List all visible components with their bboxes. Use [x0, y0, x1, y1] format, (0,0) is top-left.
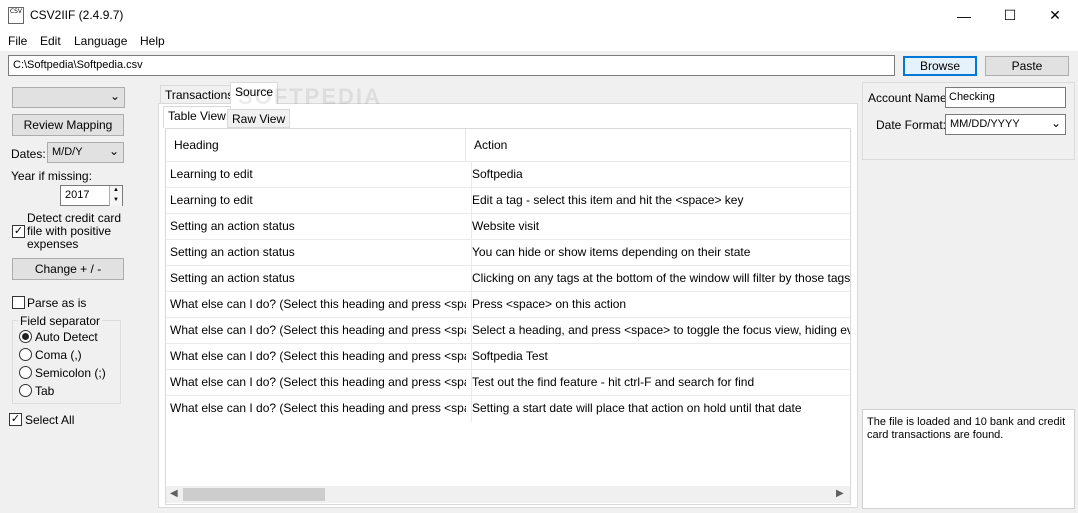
action-cell: Test out the find feature - hit ctrl-F a…: [471, 370, 850, 396]
spin-up-icon[interactable]: ▲: [109, 186, 122, 196]
radio-coma[interactable]: [19, 348, 32, 361]
chevron-down-icon: ⌄: [1050, 116, 1061, 130]
field-separator-title: Field separator: [18, 314, 103, 328]
action-cell: Softpedia: [471, 162, 850, 188]
year-value: 2017: [65, 189, 90, 201]
scroll-right-icon[interactable]: ▶: [836, 488, 844, 499]
table-row[interactable]: What else can I do? (Select this heading…: [166, 317, 850, 344]
radio-tab-label: Tab: [35, 384, 55, 398]
parse-as-is-checkbox[interactable]: [12, 296, 25, 309]
table-row[interactable]: Learning to edit Softpedia: [166, 161, 850, 188]
radio-semicolon-label: Semicolon (;): [35, 366, 106, 380]
radio-semicolon[interactable]: [19, 366, 32, 379]
heading-cell: Learning to edit: [170, 167, 253, 181]
watermark: SOFTPEDIA: [238, 84, 382, 109]
date-format-label: Date Format:: [876, 118, 947, 132]
column-header-heading[interactable]: Heading: [166, 129, 466, 161]
radio-auto-detect[interactable]: [19, 330, 32, 343]
action-cell: Select a heading, and press <space> to t…: [471, 318, 850, 344]
table-row[interactable]: What else can I do? (Select this heading…: [166, 395, 850, 422]
menu-edit[interactable]: Edit: [40, 34, 61, 48]
table-row[interactable]: What else can I do? (Select this heading…: [166, 369, 850, 396]
chevron-down-icon: ⌄: [109, 89, 120, 103]
year-label: Year if missing:: [11, 169, 92, 183]
paste-button[interactable]: Paste: [985, 56, 1069, 76]
review-mapping-button[interactable]: Review Mapping: [12, 114, 124, 136]
menu-help[interactable]: Help: [140, 34, 165, 48]
select-all-checkbox[interactable]: ✓: [9, 413, 22, 426]
table-row[interactable]: What else can I do? (Select this heading…: [166, 343, 850, 370]
menu-file[interactable]: File: [8, 34, 27, 48]
app-icon: CSV: [8, 7, 24, 24]
dates-label: Dates:: [11, 147, 46, 161]
tab-table-view[interactable]: Table View: [163, 106, 231, 128]
table-row[interactable]: Setting an action status Website visit: [166, 213, 850, 240]
date-format-value: MM/DD/YYYY: [950, 118, 1020, 130]
scrollbar-thumb[interactable]: [183, 488, 325, 501]
action-cell: Setting a start date will place that act…: [471, 396, 850, 422]
heading-cell: Setting an action status: [170, 219, 295, 233]
action-cell: Press <space> on this action: [471, 292, 850, 318]
heading-cell: Setting an action status: [170, 245, 295, 259]
table-row[interactable]: Setting an action status You can hide or…: [166, 239, 850, 266]
tab-raw-view[interactable]: Raw View: [227, 109, 291, 128]
table-row[interactable]: What else can I do? (Select this heading…: [166, 291, 850, 318]
table-row[interactable]: Setting an action status Clicking on any…: [166, 265, 850, 292]
change-sign-button[interactable]: Change + / -: [12, 258, 124, 280]
heading-cell: What else can I do? (Select this heading…: [170, 323, 466, 337]
chevron-down-icon: ⌄: [108, 144, 119, 158]
dates-select-value: M/D/Y: [52, 146, 83, 158]
window-title: CSV2IIF (2.4.9.7): [30, 8, 124, 22]
tab-transactions[interactable]: Transactions: [160, 85, 239, 104]
action-cell: Clicking on any tags at the bottom of th…: [471, 266, 850, 292]
action-cell: Softpedia Test: [471, 344, 850, 370]
radio-auto-detect-label: Auto Detect: [35, 330, 98, 344]
radio-tab[interactable]: [19, 384, 32, 397]
action-cell: Edit a tag - select this item and hit th…: [471, 188, 850, 214]
heading-cell: Setting an action status: [170, 271, 295, 285]
date-format-select[interactable]: MM/DD/YYYY ⌄: [945, 114, 1066, 135]
menu-bar: File Edit Language Help: [0, 31, 1078, 51]
table-row[interactable]: Learning to edit Edit a tag - select thi…: [166, 187, 850, 214]
heading-cell: What else can I do? (Select this heading…: [170, 349, 466, 363]
file-path-input[interactable]: C:\Softpedia\Softpedia.csv: [8, 55, 895, 76]
spin-down-icon[interactable]: ▼: [109, 196, 122, 206]
action-cell: Website visit: [471, 214, 850, 240]
heading-cell: Learning to edit: [170, 193, 253, 207]
account-name-input[interactable]: Checking: [945, 87, 1066, 108]
status-message: The file is loaded and 10 bank and credi…: [862, 409, 1075, 509]
parse-as-is-label: Parse as is: [27, 296, 87, 310]
select-all-label: Select All: [25, 413, 75, 427]
source-table: Heading Action Learning to edit Softpedi…: [165, 128, 851, 505]
year-spinner[interactable]: 2017 ▲ ▼: [60, 185, 123, 206]
horizontal-scrollbar[interactable]: ◀ ▶: [166, 486, 850, 503]
title-bar: CSV CSV2IIF (2.4.9.7) — ☐ ✕: [0, 0, 1078, 31]
heading-cell: What else can I do? (Select this heading…: [170, 297, 466, 311]
account-name-label: Account Name:: [868, 91, 951, 105]
radio-coma-label: Coma (,): [35, 348, 82, 362]
action-cell: You can hide or show items depending on …: [471, 240, 850, 266]
mapping-select[interactable]: ⌄: [12, 87, 125, 108]
detect-credit-card-checkbox[interactable]: ✓: [12, 225, 25, 238]
heading-cell: What else can I do? (Select this heading…: [170, 375, 466, 389]
browse-button[interactable]: Browse: [903, 56, 977, 76]
scroll-left-icon[interactable]: ◀: [170, 488, 178, 499]
maximize-button[interactable]: ☐: [987, 0, 1033, 31]
menu-language[interactable]: Language: [74, 34, 127, 48]
detect-credit-card-label: Detect credit card file with positive ex…: [27, 211, 122, 251]
close-button[interactable]: ✕: [1032, 0, 1078, 31]
minimize-button[interactable]: —: [941, 0, 987, 31]
dates-select[interactable]: M/D/Y ⌄: [47, 142, 124, 163]
heading-cell: What else can I do? (Select this heading…: [170, 401, 466, 415]
column-header-action[interactable]: Action: [466, 129, 850, 161]
